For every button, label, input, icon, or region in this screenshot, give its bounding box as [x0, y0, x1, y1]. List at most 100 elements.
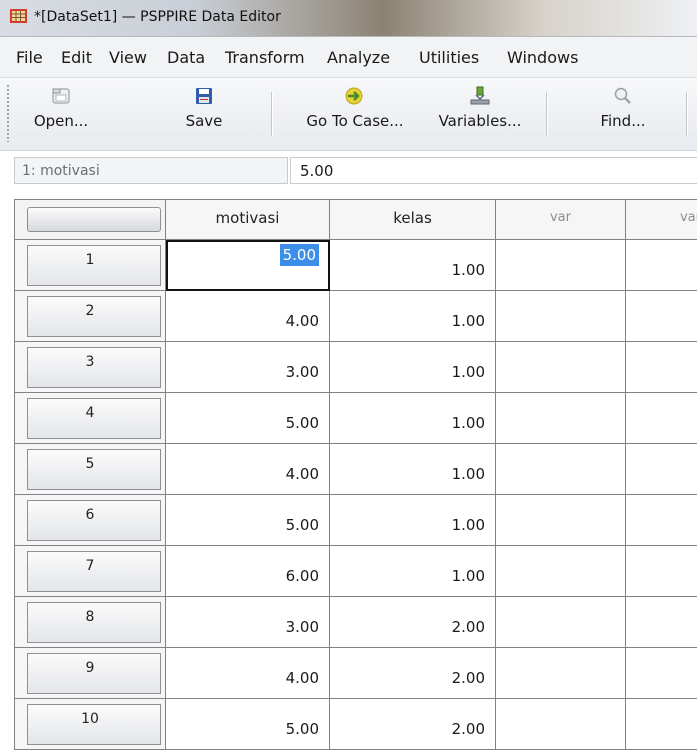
row-header[interactable]: 9: [15, 648, 166, 699]
cell-motivasi[interactable]: 6.00: [166, 546, 330, 597]
cell-value-field[interactable]: 5.00: [290, 157, 697, 184]
toolbar-grip[interactable]: [6, 84, 11, 142]
menu-utilities[interactable]: Utilities: [419, 48, 479, 67]
cell-value: 1.00: [451, 465, 485, 483]
cell-motivasi[interactable]: 4.00: [166, 648, 330, 699]
cell-empty-var[interactable]: [626, 291, 697, 342]
cell-value: 1.00: [451, 312, 485, 330]
menu-data[interactable]: Data: [167, 48, 205, 67]
cell-empty-var[interactable]: [626, 444, 697, 495]
cell-empty-var[interactable]: [496, 393, 626, 444]
column-header-var[interactable]: var: [496, 200, 626, 240]
toolbar-separator: [271, 92, 272, 136]
window-title: *[DataSet1] — PSPPIRE Data Editor: [34, 9, 281, 25]
variables-button-label: Variables...: [438, 112, 522, 130]
cell-empty-var[interactable]: [496, 546, 626, 597]
row-header[interactable]: 6: [15, 495, 166, 546]
open-button[interactable]: Open...: [26, 78, 96, 150]
menu-bar: File Edit View Data Transform Analyze Ut…: [0, 37, 697, 78]
row-header[interactable]: 1: [15, 240, 166, 291]
cell-empty-var[interactable]: [626, 240, 697, 291]
cell-motivasi[interactable]: 4.00: [166, 291, 330, 342]
cell-kelas[interactable]: 2.00: [330, 648, 496, 699]
cell-empty-var[interactable]: [626, 546, 697, 597]
row-header[interactable]: 8: [15, 597, 166, 648]
cell-motivasi[interactable]: 5.00: [166, 699, 330, 750]
table-row: 2 4.00 1.00: [15, 291, 697, 342]
row-header[interactable]: 4: [15, 393, 166, 444]
cell-empty-var[interactable]: [626, 648, 697, 699]
cell-motivasi[interactable]: 3.00: [166, 342, 330, 393]
save-button[interactable]: Save: [176, 78, 232, 150]
cell-reference-field[interactable]: 1: motivasi: [14, 157, 288, 184]
psppire-app-icon: [10, 9, 27, 23]
variables-icon: [470, 86, 490, 105]
row-header[interactable]: 3: [15, 342, 166, 393]
menu-transform[interactable]: Transform: [225, 48, 305, 67]
column-header-kelas[interactable]: kelas: [330, 200, 496, 240]
cell-kelas[interactable]: 1.00: [330, 444, 496, 495]
goto-case-button-label: Go To Case...: [306, 112, 404, 130]
cell-empty-var[interactable]: [496, 495, 626, 546]
table-row: 3 3.00 1.00: [15, 342, 697, 393]
cell-empty-var[interactable]: [626, 342, 697, 393]
menu-view[interactable]: View: [109, 48, 147, 67]
cell-kelas[interactable]: 1.00: [330, 393, 496, 444]
row-header[interactable]: 7: [15, 546, 166, 597]
cell-empty-var[interactable]: [626, 699, 697, 750]
cell-motivasi[interactable]: 4.00: [166, 444, 330, 495]
row-header[interactable]: 2: [15, 291, 166, 342]
cell-value: 1.00: [451, 261, 485, 279]
cell-value: 1.00: [451, 567, 485, 585]
menu-edit[interactable]: Edit: [61, 48, 92, 67]
cell-motivasi[interactable]: 5.00: [166, 393, 330, 444]
row-header[interactable]: 10: [15, 699, 166, 750]
select-all-button[interactable]: [27, 207, 161, 232]
table-row: 1 5.00 1.00: [15, 240, 697, 291]
cell-kelas[interactable]: 1.00: [330, 546, 496, 597]
table-row: 10 5.00 2.00: [15, 699, 697, 750]
cell-empty-var[interactable]: [496, 597, 626, 648]
cell-empty-var[interactable]: [496, 342, 626, 393]
column-header-motivasi[interactable]: motivasi: [166, 200, 330, 240]
cell-empty-var[interactable]: [626, 393, 697, 444]
menu-windows[interactable]: Windows: [507, 48, 578, 67]
toolbar-separator: [546, 92, 547, 136]
cell-value: 6.00: [285, 567, 319, 585]
row-number: 2: [85, 303, 95, 319]
menu-analyze[interactable]: Analyze: [327, 48, 390, 67]
cell-empty-var[interactable]: [626, 597, 697, 648]
cell-empty-var[interactable]: [626, 495, 697, 546]
table-row: 4 5.00 1.00: [15, 393, 697, 444]
cell-empty-var[interactable]: [496, 291, 626, 342]
save-button-label: Save: [185, 112, 223, 130]
variables-button[interactable]: Variables...: [424, 78, 536, 150]
table-row: 6 5.00 1.00: [15, 495, 697, 546]
cell-kelas[interactable]: 2.00: [330, 699, 496, 750]
cell-motivasi[interactable]: 3.00: [166, 597, 330, 648]
cell-empty-var[interactable]: [496, 240, 626, 291]
active-cell-motivasi[interactable]: 5.00: [166, 240, 330, 291]
find-button[interactable]: Find...: [588, 78, 658, 150]
cell-value: 2.00: [451, 669, 485, 687]
cell-value: 5.00: [285, 720, 319, 738]
cell-empty-var[interactable]: [496, 444, 626, 495]
cell-kelas[interactable]: 1.00: [330, 240, 496, 291]
cell-kelas[interactable]: 1.00: [330, 495, 496, 546]
row-header[interactable]: 5: [15, 444, 166, 495]
cell-empty-var[interactable]: [496, 699, 626, 750]
row-number: 3: [85, 354, 95, 370]
cell-value: 5.00: [279, 244, 319, 266]
find-magnifier-icon: [614, 87, 631, 104]
floppy-save-icon: [196, 88, 212, 104]
cell-empty-var[interactable]: [496, 648, 626, 699]
psppire-data-editor-window: *[DataSet1] — PSPPIRE Data Editor File E…: [0, 0, 697, 750]
menu-file[interactable]: File: [16, 48, 43, 67]
cell-motivasi[interactable]: 5.00: [166, 495, 330, 546]
cell-kelas[interactable]: 1.00: [330, 342, 496, 393]
column-header-var[interactable]: var: [626, 200, 697, 240]
cell-kelas[interactable]: 2.00: [330, 597, 496, 648]
cell-value: 2.00: [451, 618, 485, 636]
goto-case-button[interactable]: Go To Case...: [290, 78, 420, 150]
cell-kelas[interactable]: 1.00: [330, 291, 496, 342]
